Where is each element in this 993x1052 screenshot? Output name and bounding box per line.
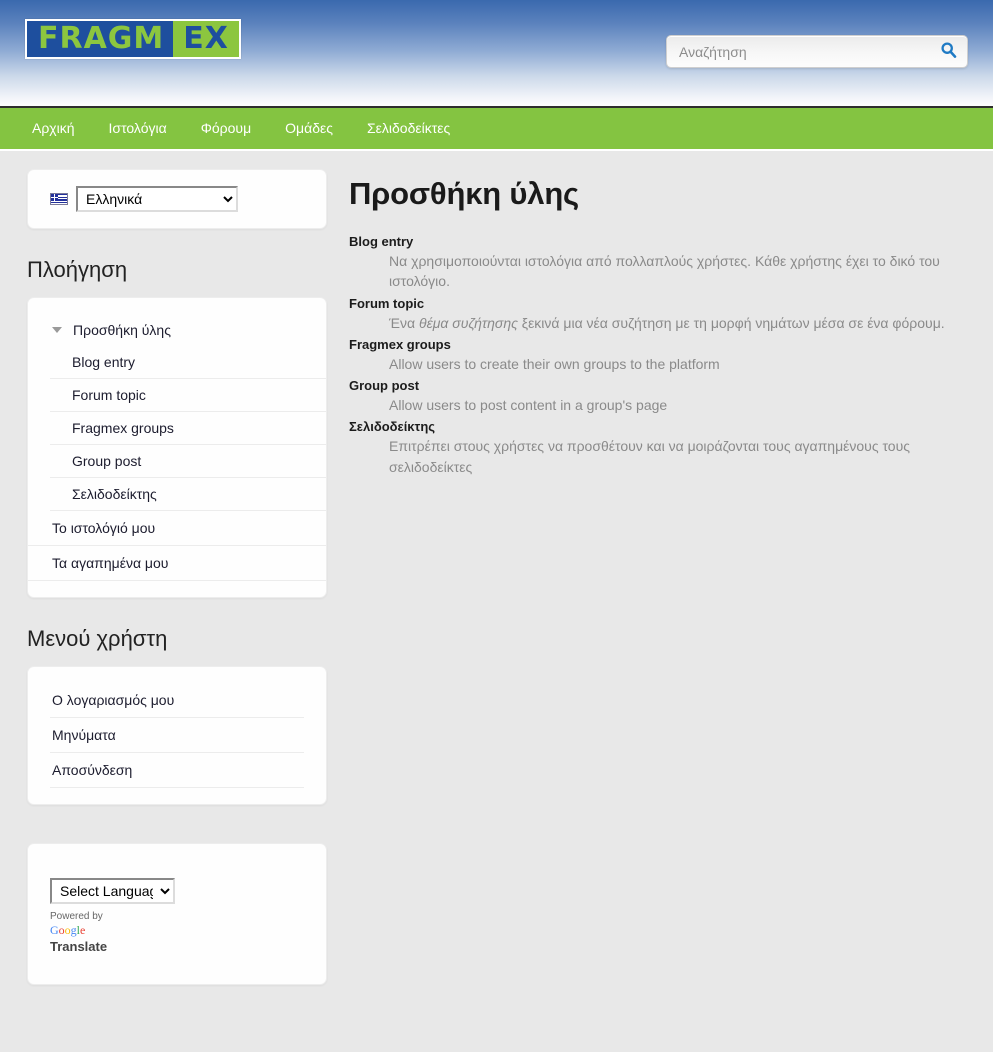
content-type-fragmex-groups: Fragmex groups Allow users to create the… — [349, 337, 973, 374]
list-item: Fragmex groups — [50, 412, 326, 445]
content-type-bookmark: Σελιδοδείκτης Επιτρέπει στους χρήστες να… — [349, 419, 973, 477]
content-type-list: Blog entry Να χρησιμοποιούνται ιστολόγια… — [349, 234, 973, 477]
navigation-list: Προσθήκη ύλης Blog entry Forum topic Fra… — [28, 314, 326, 581]
list-item: Μηνύματα — [50, 718, 304, 753]
list-item: Group post — [50, 445, 326, 478]
desc-text: ξεκινά μια νέα συζήτηση με τη μορφή νημά… — [517, 314, 945, 331]
content-type-blog-entry: Blog entry Να χρησιμοποιούνται ιστολόγια… — [349, 234, 973, 292]
list-item: Αποσύνδεση — [50, 753, 304, 788]
google-letter: e — [80, 923, 86, 937]
page-body: Ελληνικά Πλοήγηση Προσθήκη ύλης Blog ent… — [0, 151, 993, 985]
search-icon — [940, 41, 958, 62]
main-navigation: Αρχική Ιστολόγια Φόρουμ Ομάδες Σελιδοδεί… — [0, 108, 993, 151]
user-menu-item-messages[interactable]: Μηνύματα — [50, 718, 304, 752]
desc-text: Να χρησιμοποιούνται ιστολόγια από πολλαπ… — [389, 253, 940, 290]
content-type-description: Να χρησιμοποιούνται ιστολόγια από πολλαπ… — [389, 251, 973, 292]
site-header: FRAGM EX — [0, 0, 993, 108]
nav-item-bookmarks[interactable]: Σελιδοδείκτες — [350, 107, 467, 150]
google-letter: G — [50, 923, 59, 937]
nav-item-blogs[interactable]: Ιστολόγια — [92, 107, 184, 150]
list-item: Ο λογαριασμός μου — [50, 683, 304, 718]
translate-powered-by-label: Powered by — [50, 911, 103, 922]
sidebar-item-blog-entry[interactable]: Blog entry — [50, 346, 326, 378]
nav-group-label[interactable]: Προσθήκη ύλης — [73, 322, 171, 338]
user-menu-item-account[interactable]: Ο λογαριασμός μου — [50, 683, 304, 717]
user-menu-list: Ο λογαριασμός μου Μηνύματα Αποσύνδεση — [28, 683, 326, 788]
nav-item-home[interactable]: Αρχική — [15, 107, 92, 150]
sidebar-item-my-favourites[interactable]: Τα αγαπημένα μου — [28, 546, 326, 580]
greek-flag-icon — [50, 193, 68, 205]
search-input[interactable] — [667, 43, 931, 60]
main-content: Προσθήκη ύλης Blog entry Να χρησιμοποιού… — [328, 151, 993, 481]
nav-group-header[interactable]: Προσθήκη ύλης — [28, 314, 326, 346]
google-translate-panel: Select Language Powered by Google Transl… — [27, 843, 327, 985]
content-type-forum-topic: Forum topic Ένα θέμα συζήτησης ξεκινά μι… — [349, 296, 973, 333]
content-type-term[interactable]: Fragmex groups — [349, 337, 973, 352]
content-type-description: Επιτρέπει στους χρήστες να προσθέτουν κα… — [389, 436, 973, 477]
language-select[interactable]: Ελληνικά — [76, 186, 238, 212]
sidebar-item-bookmark[interactable]: Σελιδοδείκτης — [50, 478, 326, 510]
desc-text: Επιτρέπει στους χρήστες να προσθέτουν κα… — [389, 438, 910, 475]
nav-sublist: Blog entry Forum topic Fragmex groups Gr… — [28, 346, 326, 511]
nav-group-add-content: Προσθήκη ύλης Blog entry Forum topic Fra… — [28, 314, 326, 511]
google-logo: Google — [50, 923, 304, 938]
navigation-block-title: Πλοήγηση — [27, 257, 128, 282]
language-switcher-panel: Ελληνικά — [27, 169, 327, 229]
search-box[interactable] — [666, 35, 968, 68]
content-type-term[interactable]: Forum topic — [349, 296, 973, 311]
sidebar-item-forum-topic[interactable]: Forum topic — [50, 379, 326, 411]
navigation-panel: Προσθήκη ύλης Blog entry Forum topic Fra… — [27, 297, 327, 598]
nav-item-forums[interactable]: Φόρουμ — [184, 107, 268, 150]
content-type-description: Allow users to post content in a group's… — [389, 395, 973, 415]
content-type-term[interactable]: Blog entry — [349, 234, 973, 249]
caret-down-icon[interactable] — [52, 327, 62, 333]
list-item: Σελιδοδείκτης — [50, 478, 326, 511]
sidebar-item-fragmex-groups[interactable]: Fragmex groups — [50, 412, 326, 444]
list-item: Τα αγαπημένα μου — [28, 546, 326, 581]
content-type-group-post: Group post Allow users to post content i… — [349, 378, 973, 415]
list-item: Forum topic — [50, 379, 326, 412]
desc-emphasis: θέμα συζήτησης — [418, 314, 518, 331]
desc-text: Allow users to create their own groups t… — [389, 355, 720, 372]
content-type-description: Allow users to create their own groups t… — [389, 354, 973, 374]
sidebar: Ελληνικά Πλοήγηση Προσθήκη ύλης Blog ent… — [0, 151, 328, 985]
desc-text: Ένα — [389, 314, 419, 331]
nav-item-groups[interactable]: Ομάδες — [268, 107, 350, 150]
search-button[interactable] — [931, 36, 967, 67]
list-item: Blog entry — [50, 346, 326, 379]
list-item: Το ιστολόγιό μου — [28, 511, 326, 546]
desc-text: Allow users to post content in a group's… — [389, 397, 668, 414]
content-type-description: Ένα θέμα συζήτησης ξεκινά μια νέα συζήτη… — [389, 313, 973, 333]
logo-text-secondary: EX — [173, 21, 239, 57]
user-menu-block-title: Μενού χρήστη — [27, 626, 168, 651]
sidebar-item-group-post[interactable]: Group post — [50, 445, 326, 477]
translate-wordmark: Translate — [50, 939, 108, 954]
content-type-term[interactable]: Group post — [349, 378, 973, 393]
user-menu-panel: Ο λογαριασμός μου Μηνύματα Αποσύνδεση — [27, 666, 327, 805]
translate-language-select[interactable]: Select Language — [50, 878, 175, 904]
site-logo[interactable]: FRAGM EX — [25, 19, 241, 59]
page-title: Προσθήκη ύλης — [349, 176, 579, 211]
logo-text-primary: FRAGM — [27, 21, 174, 57]
content-type-term[interactable]: Σελιδοδείκτης — [349, 419, 973, 434]
user-menu-item-logout[interactable]: Αποσύνδεση — [50, 753, 304, 787]
sidebar-item-my-blog[interactable]: Το ιστολόγιό μου — [28, 511, 326, 545]
